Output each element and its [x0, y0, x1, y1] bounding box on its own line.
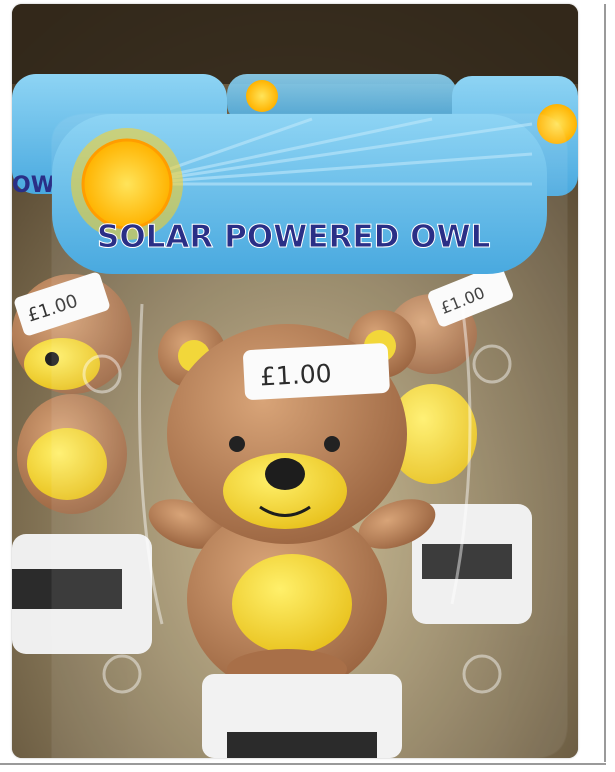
frame-bottom-rule: [0, 763, 606, 765]
solar-base: [202, 674, 402, 758]
price-label-front: £1.00: [259, 359, 332, 392]
frame-right-rule: [604, 4, 606, 762]
back-header-fragment: OW: [12, 173, 55, 198]
product-title: SOLAR POWERED OWL: [97, 219, 490, 255]
front-header-banner: SOLAR POWERED OWL: [52, 114, 547, 274]
photo-illustration: OW £1.00 £1.00 SOLAR POWERED OWL £1.00: [12, 4, 578, 758]
price-tag-front: £1.00: [243, 343, 390, 400]
product-photo: OW £1.00 £1.00 SOLAR POWERED OWL £1.00: [12, 4, 578, 758]
